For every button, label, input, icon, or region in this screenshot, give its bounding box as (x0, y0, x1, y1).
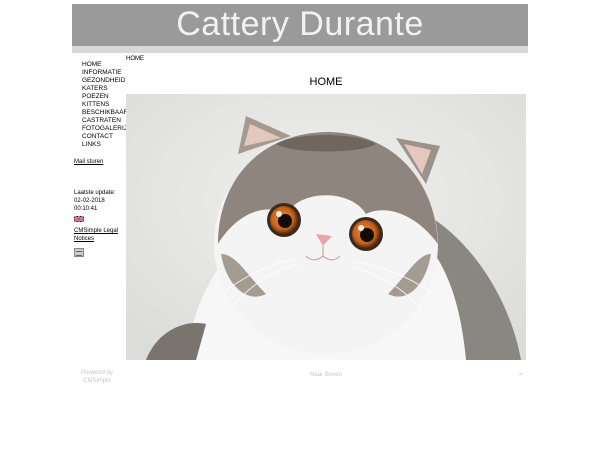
last-update-time: 00:10:41 (74, 205, 98, 212)
back-to-top-link[interactable]: Naar Boven (126, 372, 526, 378)
header-subbar (72, 46, 528, 53)
menu-item-fotogalerij[interactable]: FOTOGALERIJ (82, 125, 127, 133)
menu-item-katers[interactable]: KATERS (82, 85, 126, 93)
mail-link[interactable]: Mail sturen (74, 159, 103, 165)
menu-item-links[interactable]: LINKS (82, 141, 126, 149)
last-update-date: 02-02-2018 (74, 197, 105, 204)
powered-by-line1: Powered by (81, 370, 113, 376)
legal-notices-line2: Notices (74, 235, 95, 242)
legal-notices-block: CMSimple Legal Notices (74, 228, 126, 244)
legal-notices-link[interactable]: CMSimple Legal Notices (74, 228, 118, 242)
mail-block: Mail sturen (74, 159, 126, 167)
menu-item-home[interactable]: HOME (82, 61, 126, 69)
powered-by-line2[interactable]: CMSimple (74, 377, 120, 385)
powered-by: Powered by CMSimple (74, 369, 120, 385)
menu-item-contact[interactable]: CONTACT (82, 133, 126, 141)
menu-item-castraten[interactable]: CASTRATEN (82, 117, 126, 125)
print-icon[interactable] (74, 248, 84, 257)
language-switch (74, 216, 126, 223)
cat-photo (126, 94, 526, 360)
last-update-block: Laatste update: 02-02-2018 00:10:41 (74, 190, 126, 213)
last-update-label: Laatste update: (74, 190, 116, 196)
legal-notices-line1: CMSimple Legal (74, 228, 119, 234)
page-title: HOME (309, 76, 343, 88)
print-block (74, 248, 126, 257)
next-page-link[interactable]: » (519, 372, 522, 378)
menu-item-beschikbaar[interactable]: BESCHIKBAAR (82, 109, 128, 117)
site-title: Cattery Durante (176, 5, 424, 43)
site-header: Cattery Durante (72, 4, 528, 46)
menu-item-gezondheid[interactable]: GEZONDHEID (82, 77, 126, 85)
menu-item-kittens[interactable]: KITTENS (82, 101, 126, 109)
main-menu: HOME INFORMATIE GEZONDHEID KATERS POEZEN… (82, 61, 128, 149)
menu-item-poezen[interactable]: POEZEN (82, 93, 126, 101)
exotic-shorthair-cat-image (126, 94, 526, 360)
menu-item-informatie[interactable]: INFORMATIE (82, 69, 126, 77)
breadcrumb: HOME (126, 56, 144, 62)
english-flag-icon[interactable] (74, 216, 84, 222)
